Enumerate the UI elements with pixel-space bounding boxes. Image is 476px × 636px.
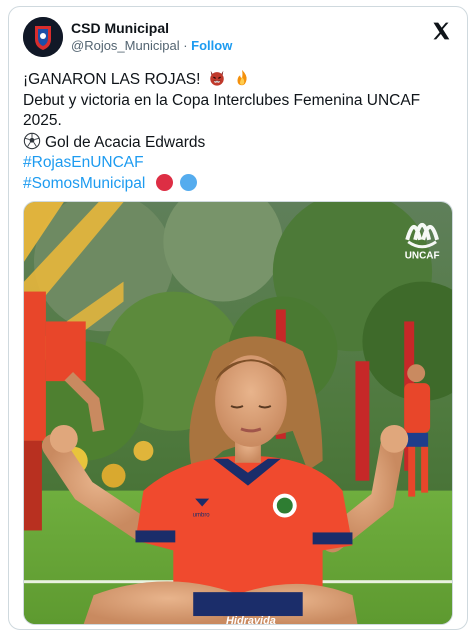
blue-circle-icon [179,173,197,191]
club-crest-icon [23,17,63,57]
soccer-player-photo: UNCAF Hidravida umbro [24,202,452,624]
separator: · [183,38,188,53]
account-names: CSD Municipal @Rojos_Municipal · Follow [71,19,232,55]
tweet-line-3: Gol de Acacia Edwards [23,132,455,154]
display-name[interactable]: CSD Municipal [71,19,232,37]
handle[interactable]: @Rojos_Municipal [71,38,180,53]
follow-button[interactable]: Follow [191,38,232,53]
headline-text: ¡GANARON LAS ROJAS! [23,71,201,88]
tweet-line-5: #SomosMunicipal [23,173,455,195]
goal-text: Gol de Acacia Edwards [45,133,206,151]
soccer-ball-icon [23,132,41,150]
tweet-line-2: Debut y victoria en la Copa Interclubes … [23,91,421,130]
handle-row: @Rojos_Municipal · Follow [71,37,232,55]
avatar[interactable] [23,17,63,57]
hashtag-somosmunicipal[interactable]: #SomosMunicipal [23,175,145,192]
uncaf-watermark-text: UNCAF [405,251,440,262]
tweet-photo[interactable]: UNCAF Hidravida umbro [23,201,453,625]
hashtag-rojasenuncaf[interactable]: #RojasEnUNCAF [23,154,144,171]
tweet-line-1: ¡GANARON LAS ROJAS! [23,69,455,91]
tweet-card[interactable]: CSD Municipal @Rojos_Municipal · Follow … [8,6,468,630]
fire-icon [233,69,251,87]
jersey-sponsor-text: Hidravida [226,615,276,624]
red-circle-icon [155,173,173,191]
jersey-brand-text: umbro [193,513,211,519]
x-logo-icon[interactable] [431,21,451,41]
tweet-header: CSD Municipal @Rojos_Municipal · Follow [23,17,453,61]
devil-face-icon [208,69,226,87]
tweet-text: ¡GANARON LAS ROJAS! Debut y victoria en … [23,69,455,194]
tweet-line-4: #RojasEnUNCAF [23,153,455,174]
